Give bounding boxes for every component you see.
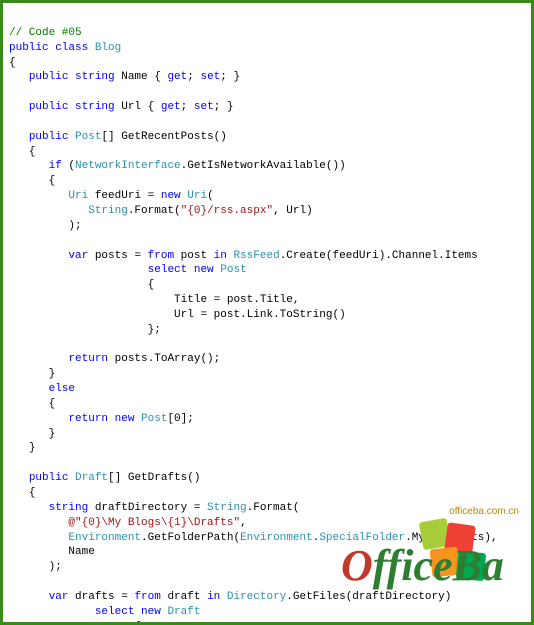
code-frame: // Code #05 public class Blog { public s… <box>0 0 534 625</box>
class-keyword: public class <box>9 42 95 54</box>
draft-type: Draft <box>167 606 200 618</box>
logo-main: OfficeBa <box>341 541 504 590</box>
brace: { <box>9 57 16 69</box>
uri-type: Uri <box>68 190 88 202</box>
comment-header: // Code #05 <box>9 27 82 39</box>
prop-url-id: Url <box>121 101 141 113</box>
if-kw: if <box>49 160 69 172</box>
var-kw: var <box>68 250 88 262</box>
fmt-string: "{0}/rss.aspx" <box>181 205 273 217</box>
env-type: Environment <box>68 532 141 544</box>
officeba-logo: officeba.com.cn OfficeBa <box>331 502 521 612</box>
else-kw: else <box>49 383 75 395</box>
m2-kw: public <box>29 472 75 484</box>
post-type: Post <box>220 264 246 276</box>
return-kw: return <box>68 353 108 365</box>
rssfeed-type: RssFeed <box>233 250 279 262</box>
prop-url-kw: public string <box>29 101 121 113</box>
string-type: String <box>88 205 128 217</box>
m1-kw: public <box>29 131 75 143</box>
logo-url: officeba.com.cn <box>449 506 519 517</box>
prop-name-kw: public string <box>29 71 121 83</box>
prop-name-acc: { <box>148 71 168 83</box>
m1-ret: Post <box>75 131 101 143</box>
class-name: Blog <box>95 42 121 54</box>
prop-name-id: Name <box>121 71 147 83</box>
netif-type: NetworkInterface <box>75 160 181 172</box>
directory-type: Directory <box>227 591 286 603</box>
m2-ret: Draft <box>75 472 108 484</box>
dd-string: @"{0}\My Blogs\{1}\Drafts" <box>68 517 240 529</box>
m1-name: GetRecentPosts() <box>121 131 227 143</box>
m2-name: GetDrafts() <box>128 472 201 484</box>
